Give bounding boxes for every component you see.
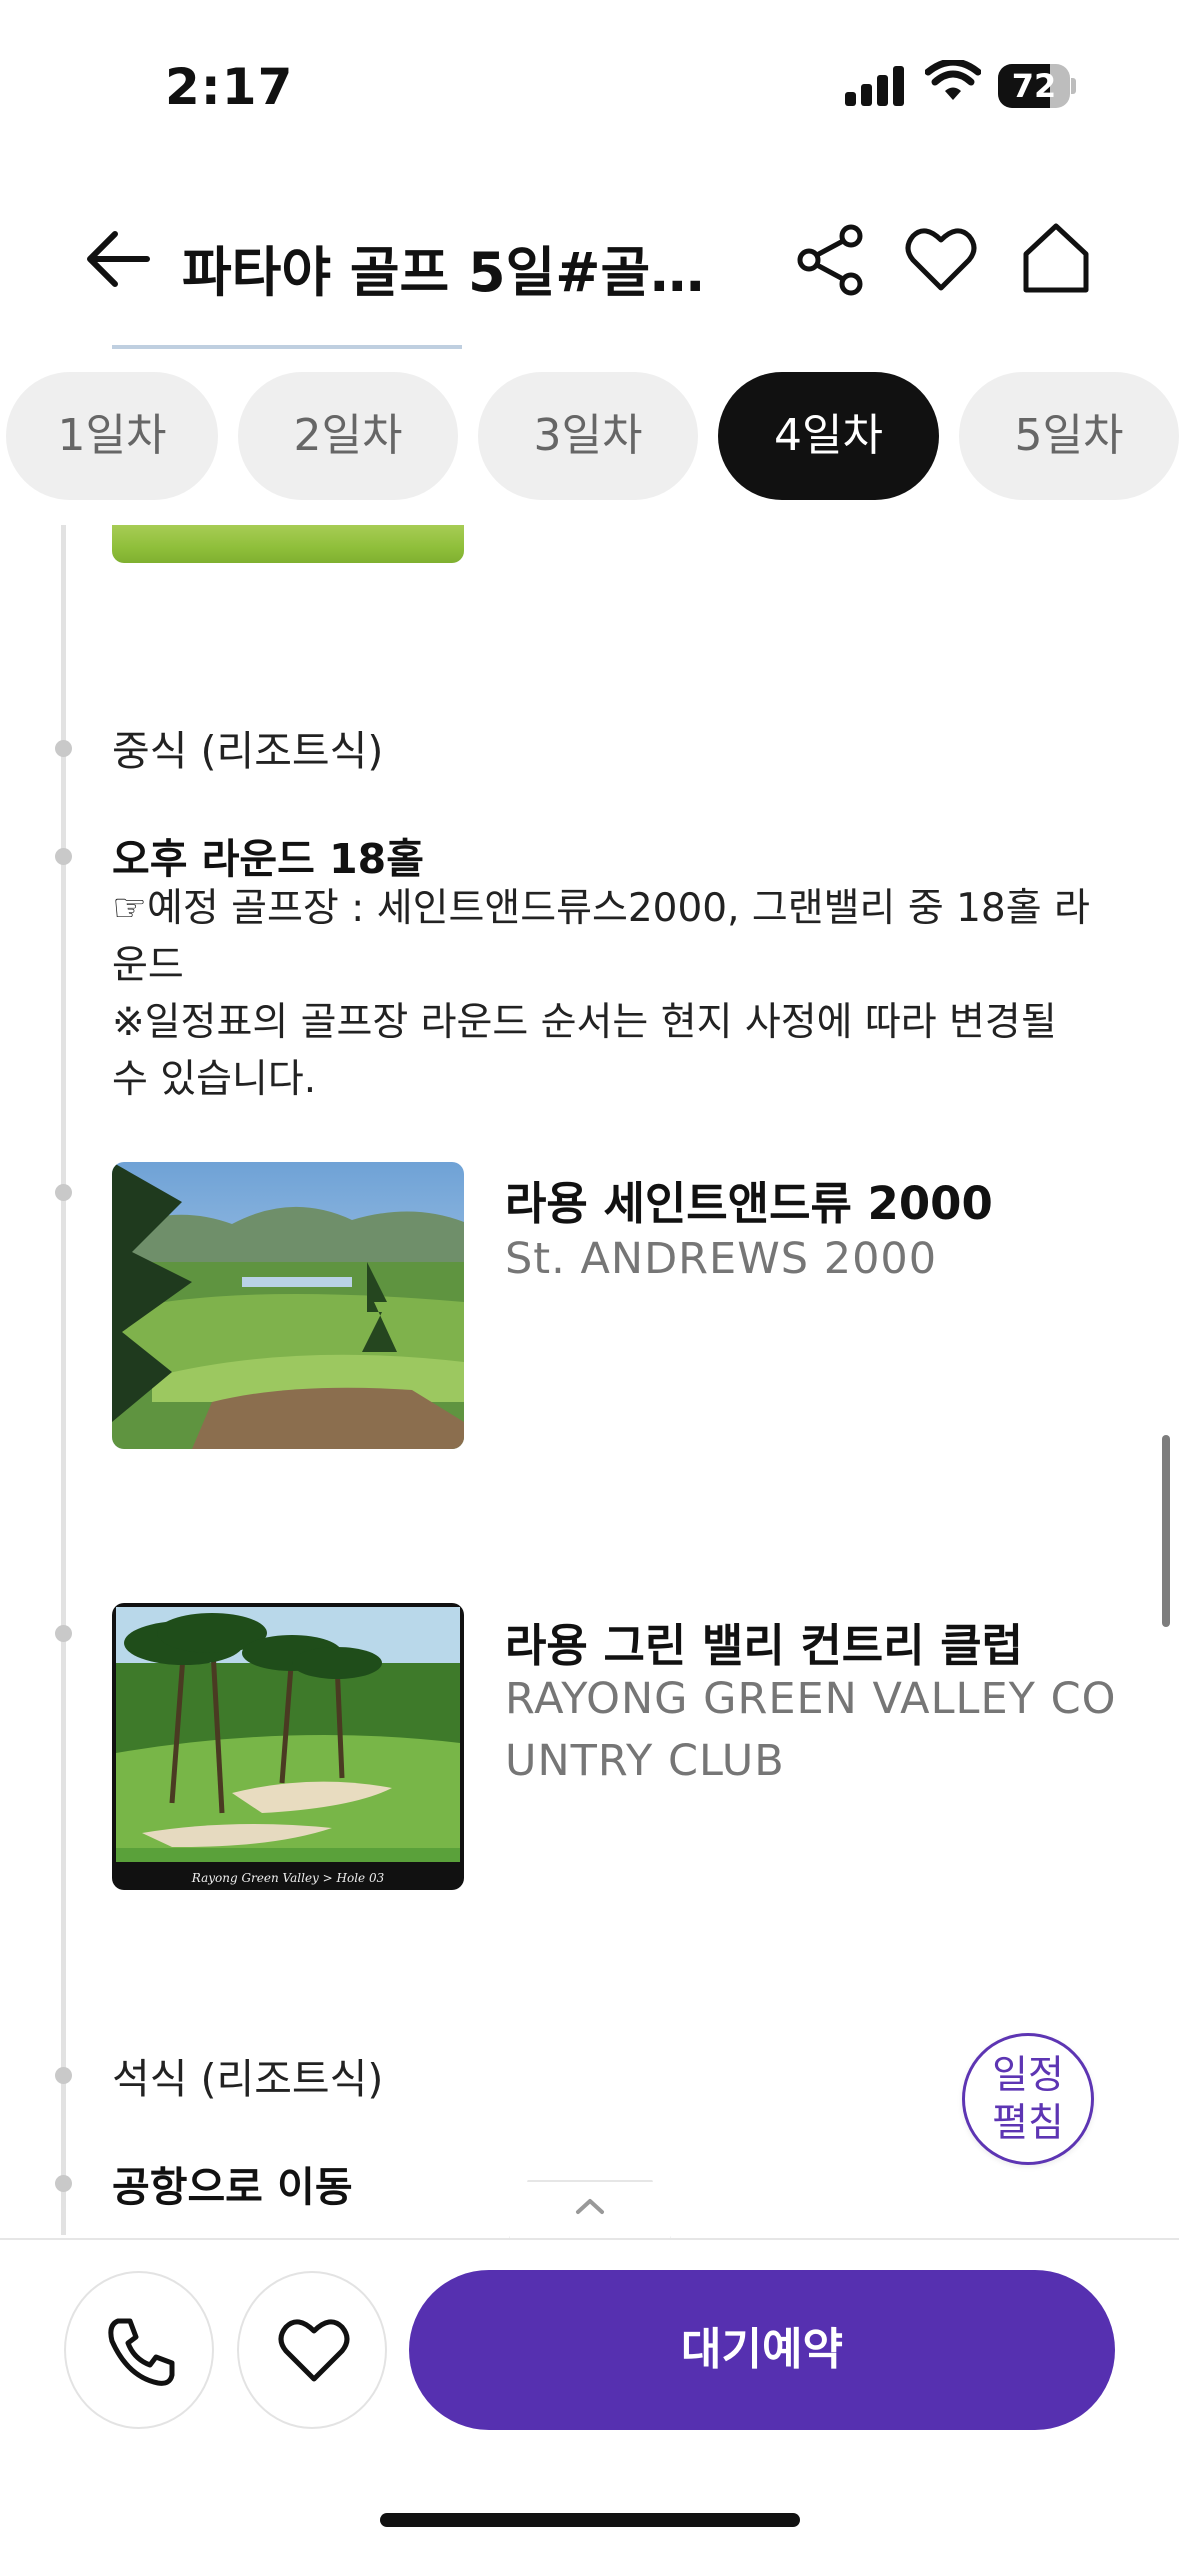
round-note-order: ※일정표의 골프장 라운드 순서는 현지 사정에 따라 변경될 수 있습니다. bbox=[112, 1000, 1057, 1102]
timeline-dot bbox=[55, 2067, 72, 2084]
heart-icon[interactable] bbox=[905, 226, 977, 292]
status-time: 2:17 bbox=[165, 58, 294, 116]
image-caption: Rayong Green Valley > Hole 03 bbox=[191, 1871, 385, 1885]
round-title: 오후 라운드 18홀 bbox=[112, 835, 424, 883]
tab-day-3[interactable]: 3일차 bbox=[478, 372, 698, 500]
timeline-dot bbox=[55, 2175, 72, 2192]
heart-icon bbox=[278, 2319, 350, 2382]
tab-day-1[interactable]: 1일차 bbox=[6, 372, 218, 500]
chevron-up-icon bbox=[576, 2199, 604, 2214]
waitlist-reserve-button[interactable]: 대기예약 bbox=[409, 2270, 1115, 2430]
wifi-icon bbox=[925, 60, 981, 100]
dinner-text: 석식 (리조트식) bbox=[112, 2055, 384, 2103]
timeline-dot bbox=[55, 848, 72, 865]
expand-schedule-button[interactable]: 일정 펼침 bbox=[962, 2033, 1094, 2165]
app-header: 파타야 골프 5일#골프... bbox=[0, 160, 1179, 349]
course-english-st-andrews: St. ANDREWS 2000 bbox=[505, 1234, 938, 1284]
tab-day-5[interactable]: 5일차 bbox=[959, 372, 1179, 500]
course-name-green-valley[interactable]: 라용 그린 밸리 컨트리 클럽 bbox=[505, 1609, 1023, 1674]
timeline-dot bbox=[55, 1184, 72, 1201]
course-image-green-valley[interactable]: Rayong Green Valley > Hole 03 bbox=[112, 1603, 464, 1890]
tab-day-2[interactable]: 2일차 bbox=[238, 372, 458, 500]
home-indicator bbox=[380, 2513, 800, 2527]
phone-icon bbox=[108, 2318, 175, 2386]
lunch-text: 중식 (리조트식) bbox=[112, 727, 384, 775]
timeline-line bbox=[61, 525, 66, 2235]
scrollbar[interactable] bbox=[1162, 1435, 1170, 1627]
timeline-dot bbox=[55, 740, 72, 757]
transfer-text: 공항으로 이동 bbox=[112, 2163, 353, 2211]
battery-level: 72 bbox=[1011, 67, 1057, 105]
image-peek bbox=[112, 345, 462, 349]
course-image-partial bbox=[112, 525, 464, 563]
battery-icon: 72 bbox=[998, 64, 1076, 108]
wishlist-button[interactable] bbox=[237, 2271, 387, 2429]
fab-label-line1: 일정 bbox=[992, 2053, 1064, 2098]
fab-label-line2: 펼침 bbox=[992, 2101, 1064, 2146]
timeline-dot bbox=[55, 1625, 72, 1642]
course-image-st-andrews[interactable] bbox=[112, 1162, 464, 1449]
home-icon[interactable] bbox=[1020, 222, 1092, 294]
course-name-st-andrews[interactable]: 라용 세인트앤드류 2000 bbox=[505, 1167, 993, 1232]
round-note-course: ☞예정 골프장 : 세인트앤드류스2000, 그랜밸리 중 18홀 라운드 bbox=[112, 886, 1090, 988]
cellular-signal-icon bbox=[845, 64, 907, 106]
round-description: ☞예정 골프장 : 세인트앤드류스2000, 그랜밸리 중 18홀 라운드 ※일… bbox=[112, 880, 1102, 1108]
call-button[interactable] bbox=[64, 2271, 214, 2429]
status-bar: 2:17 72 bbox=[0, 0, 1179, 160]
back-arrow-icon[interactable] bbox=[85, 230, 151, 288]
course-english-green-valley: RAYONG GREEN VALLEY COUNTRY CLUB bbox=[505, 1674, 1117, 1786]
page-title: 파타야 골프 5일#골프... bbox=[182, 241, 742, 304]
tab-day-4[interactable]: 4일차 bbox=[718, 372, 939, 500]
day-tabs: 1일차 2일차 3일차 4일차 5일차 bbox=[0, 372, 1179, 502]
share-icon[interactable] bbox=[795, 224, 867, 296]
